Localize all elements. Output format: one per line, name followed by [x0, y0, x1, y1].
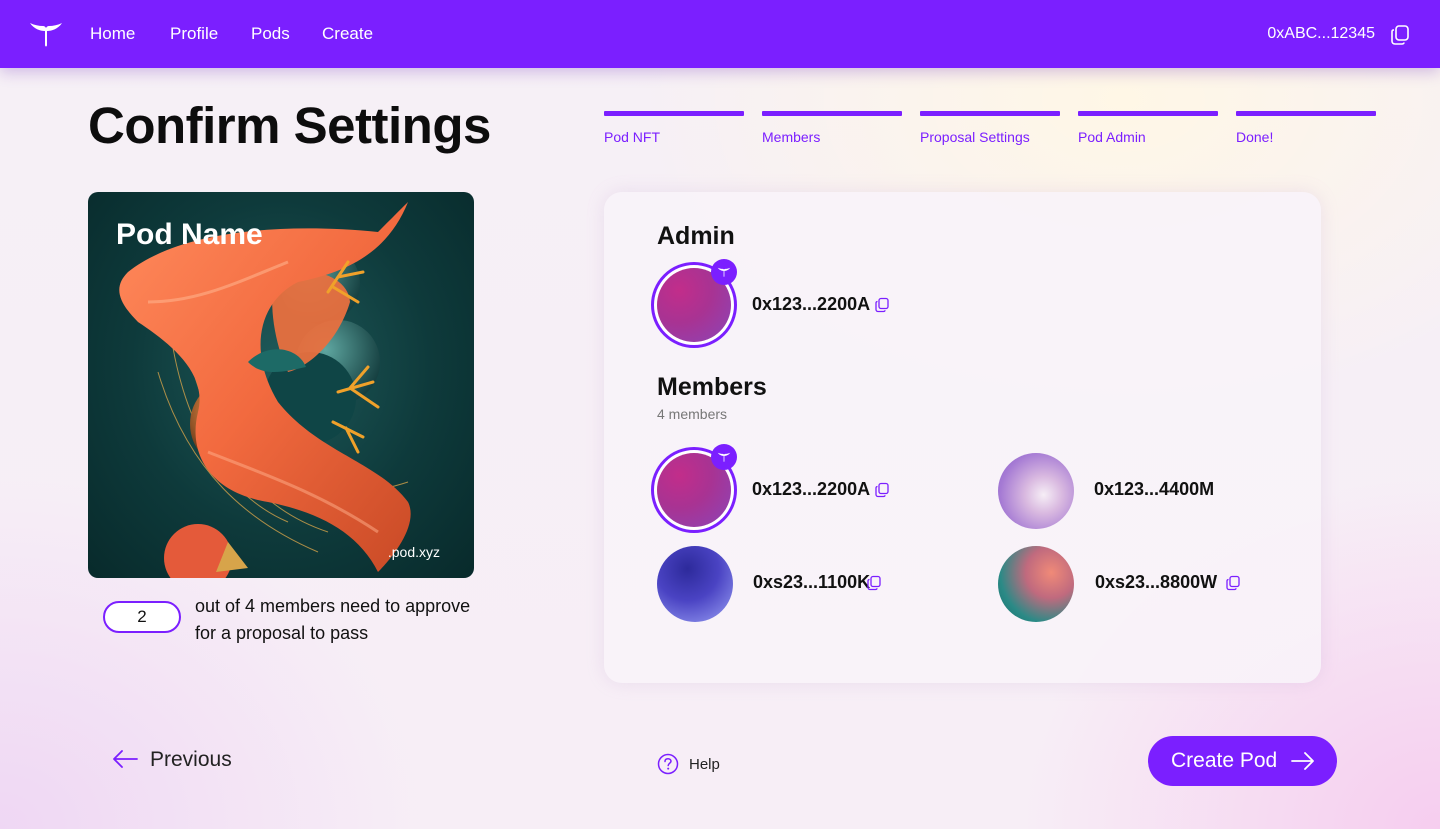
nft-pod-name: Pod Name: [116, 218, 263, 251]
create-pod-button[interactable]: Create Pod: [1148, 736, 1337, 786]
step-label: Pod NFT: [604, 129, 661, 145]
copy-icon[interactable]: [1225, 575, 1241, 591]
help-label: Help: [689, 756, 720, 773]
member-address: 0xs23...1100K: [753, 572, 871, 592]
quorum-description: out of 4 members need to approve for a p…: [195, 596, 471, 643]
nav-home[interactable]: Home: [90, 24, 135, 44]
member-address: 0x123...2200A: [752, 479, 871, 499]
member-row: 0x123...4400M: [998, 453, 1298, 537]
copy-icon[interactable]: [1389, 24, 1411, 46]
step-label: Done!: [1236, 129, 1274, 145]
step-bar: [920, 111, 1060, 116]
admin-heading: Admin: [657, 222, 735, 250]
top-nav: Home Profile Pods Create 0xABC...12345: [0, 0, 1440, 68]
avatar: [657, 546, 733, 622]
member-row: 0xs23...1100K: [657, 546, 957, 630]
quorum-input[interactable]: 2: [103, 601, 181, 633]
step-bar: [604, 111, 744, 116]
admin-row: 0x123...2200A: [651, 259, 951, 348]
members-heading: Members: [657, 373, 767, 401]
step-label: Pod Admin: [1078, 129, 1146, 145]
question-circle-icon: [657, 753, 679, 775]
step-members[interactable]: Members: [762, 111, 902, 145]
step-label: Proposal Settings: [920, 129, 1030, 145]
whale-tail-badge-icon: [711, 259, 737, 285]
avatar: [998, 546, 1074, 622]
step-proposal-settings[interactable]: Proposal Settings: [920, 111, 1060, 145]
member-row: 0x123...2200A: [651, 444, 951, 533]
copy-icon[interactable]: [874, 297, 890, 313]
admin-address: 0x123...2200A: [752, 294, 871, 314]
copy-icon[interactable]: [874, 482, 890, 498]
member-address: 0x123...4400M: [1094, 479, 1215, 499]
create-pod-label: Create Pod: [1171, 749, 1278, 772]
members-count: 4 members: [657, 406, 728, 422]
step-pod-nft[interactable]: Pod NFT: [604, 111, 744, 145]
previous-label: Previous: [150, 748, 232, 771]
step-pod-admin[interactable]: Pod Admin: [1078, 111, 1218, 145]
step-done[interactable]: Done!: [1236, 111, 1376, 145]
member-address: 0xs23...8800W: [1095, 572, 1218, 592]
step-bar: [762, 111, 902, 116]
member-row: 0xs23...8800W: [998, 546, 1298, 630]
step-label: Members: [762, 129, 821, 145]
whale-tail-badge-icon: [711, 444, 737, 470]
copy-icon[interactable]: [866, 575, 882, 591]
nav-pods[interactable]: Pods: [251, 24, 290, 44]
arrow-right-icon: [1291, 752, 1314, 770]
step-bar: [1236, 111, 1376, 116]
step-bar: [1078, 111, 1218, 116]
avatar: [998, 453, 1074, 529]
pod-summary-card: Admin 0x123...2200A Members 4 members 0x…: [604, 192, 1321, 683]
page-title: Confirm Settings: [88, 97, 491, 154]
pod-nft-image: Pod Name .pod.xyz: [88, 192, 474, 578]
nft-pod-domain: .pod.xyz: [387, 544, 440, 560]
nav-create[interactable]: Create: [322, 24, 373, 44]
nav-profile[interactable]: Profile: [170, 24, 218, 44]
arrow-left-icon: [113, 750, 138, 768]
whale-tail-logo-icon[interactable]: [28, 19, 64, 49]
wallet-address: 0xABC...12345: [1267, 25, 1375, 42]
